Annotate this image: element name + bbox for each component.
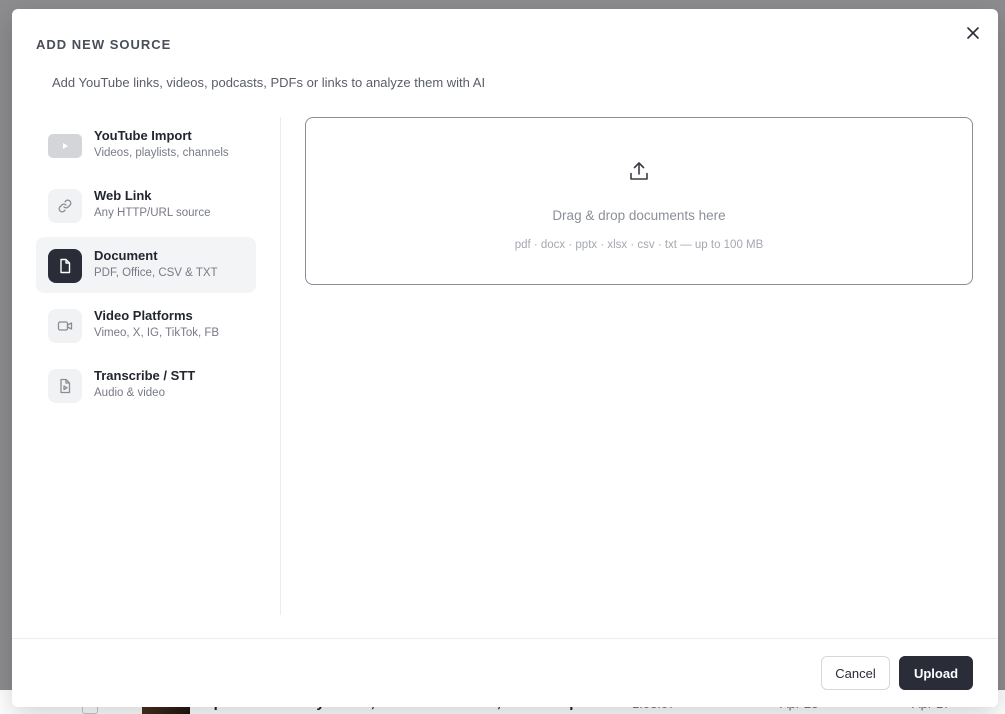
sidebar-item-desc: Vimeo, X, IG, TikTok, FB: [94, 327, 220, 339]
play-icon: [48, 134, 82, 158]
modal-title: ADD NEW SOURCE: [36, 37, 172, 52]
close-icon: [967, 27, 979, 39]
sidebar-item-label: Transcribe / STT: [94, 368, 196, 383]
sidebar-item-desc: Any HTTP/URL source: [94, 207, 211, 219]
sidebar-item-video-platforms[interactable]: Video Platforms Vimeo, X, IG, TikTok, FB: [36, 297, 256, 353]
sidebar-item-youtube-import[interactable]: YouTube Import Videos, playlists, channe…: [36, 117, 256, 173]
close-button[interactable]: [963, 23, 983, 43]
sidebar-item-desc: PDF, Office, CSV & TXT: [94, 267, 218, 279]
cancel-button[interactable]: Cancel: [821, 656, 890, 690]
upload-icon: [630, 162, 648, 180]
sidebar-item-label: Video Platforms: [94, 308, 193, 323]
sidebar-item-label: YouTube Import: [94, 128, 192, 143]
audio-file-icon: [48, 369, 82, 403]
document-icon: [48, 249, 82, 283]
modal-footer: Cancel Upload: [12, 638, 998, 707]
source-type-sidebar: YouTube Import Videos, playlists, channe…: [36, 117, 256, 417]
sidebar-item-desc: Audio & video: [94, 387, 165, 399]
sidebar-divider: [280, 117, 281, 615]
modal-subtitle: Add YouTube links, videos, podcasts, PDF…: [52, 75, 486, 90]
sidebar-item-transcribe[interactable]: Transcribe / STT Audio & video: [36, 357, 256, 413]
sidebar-item-web-link[interactable]: Web Link Any HTTP/URL source: [36, 177, 256, 233]
sidebar-item-label: Web Link: [94, 188, 152, 203]
dropzone-formats: pdf · docx · pptx · xlsx · csv · txt — u…: [514, 239, 764, 251]
sidebar-item-document[interactable]: Document PDF, Office, CSV & TXT: [36, 237, 256, 293]
dropzone-title: Drag & drop documents here: [552, 208, 726, 223]
document-dropzone[interactable]: Drag & drop documents here pdf · docx · …: [305, 117, 973, 285]
add-source-modal: ADD NEW SOURCE Add YouTube links, videos…: [12, 9, 998, 707]
upload-button[interactable]: Upload: [899, 656, 973, 690]
video-camera-icon: [48, 309, 82, 343]
link-icon: [48, 189, 82, 223]
sidebar-item-desc: Videos, playlists, channels: [94, 147, 229, 159]
sidebar-item-label: Document: [94, 248, 158, 263]
